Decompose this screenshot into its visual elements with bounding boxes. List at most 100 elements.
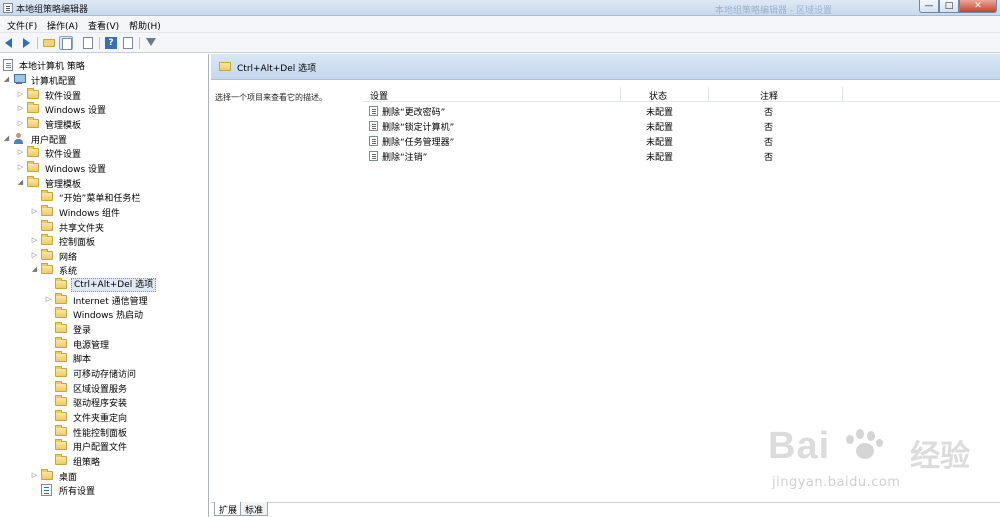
- description-text: 选择一个项目来查看它的描述。: [215, 93, 327, 102]
- tree-item[interactable]: 驱动程序安装: [45, 395, 205, 409]
- column-divider[interactable]: [620, 87, 621, 102]
- back-icon[interactable]: [3, 36, 17, 50]
- tree-item[interactable]: 组策略: [45, 453, 205, 468]
- tree-label: 登录: [73, 326, 92, 337]
- collapse-arrow-icon[interactable]: ◢: [17, 178, 24, 186]
- tree-item[interactable]: 用户配置文件: [45, 439, 205, 453]
- minimize-button[interactable]: —: [919, 0, 939, 13]
- setting-comment: 否: [764, 138, 774, 148]
- show-hide-tree-icon[interactable]: [59, 36, 73, 50]
- expand-arrow-icon[interactable]: ▷: [17, 105, 24, 112]
- tree-item[interactable]: ◢ 计算机配置: [3, 73, 205, 87]
- column-state[interactable]: 状态: [649, 89, 667, 102]
- paw-logo-icon: [844, 429, 884, 467]
- folder-icon: [27, 102, 39, 114]
- folder-icon: [27, 160, 39, 172]
- tab-extended[interactable]: 扩展: [214, 502, 243, 516]
- expand-arrow-icon[interactable]: ▷: [31, 471, 38, 479]
- column-divider[interactable]: [708, 87, 709, 102]
- expand-arrow-icon[interactable]: ▷: [17, 90, 24, 98]
- tree-item[interactable]: Windows 热启动: [45, 307, 205, 321]
- folder-icon: [27, 175, 39, 187]
- tree-label: 管理模板: [45, 120, 82, 131]
- menu-file[interactable]: 文件(F): [7, 19, 37, 32]
- expand-arrow-icon[interactable]: ▷: [17, 163, 24, 171]
- tree-item[interactable]: ▷ Windows 设置: [17, 160, 205, 175]
- tree-item[interactable]: ▷ Windows 组件: [31, 204, 205, 219]
- menu-action[interactable]: 操作(A): [47, 19, 78, 32]
- collapse-arrow-icon[interactable]: ◢: [3, 134, 10, 142]
- all-settings-icon: [41, 484, 52, 497]
- help-icon[interactable]: ?: [104, 36, 118, 50]
- tree-label: Windows 组件: [59, 208, 121, 219]
- menu-help[interactable]: 帮助(H): [129, 19, 161, 32]
- tree-item[interactable]: ◢ 用户配置: [3, 132, 205, 146]
- tree-item[interactable]: 脚本: [45, 351, 205, 365]
- tree-label: 管理模板: [45, 179, 82, 190]
- tree-item[interactable]: Ctrl+Alt+Del 选项: [45, 278, 205, 293]
- properties-icon[interactable]: [121, 36, 135, 50]
- tree-label: 软件设置: [45, 150, 82, 161]
- setting-state: 未配置: [646, 138, 674, 148]
- expand-arrow-icon[interactable]: ▷: [17, 149, 24, 156]
- tree-root[interactable]: 本地计算机 策略: [3, 58, 203, 72]
- tree-item[interactable]: 登录: [45, 322, 205, 336]
- tree-label: 控制面板: [59, 238, 96, 249]
- tree-item[interactable]: 区域设置服务: [45, 380, 205, 395]
- close-button[interactable]: ✕: [959, 0, 997, 13]
- expand-arrow-icon[interactable]: ▷: [31, 207, 38, 215]
- expand-arrow-icon[interactable]: ▷: [45, 295, 52, 303]
- computer-icon: [13, 74, 26, 84]
- folder-icon: [55, 424, 67, 436]
- tree-item[interactable]: 电源管理: [45, 336, 205, 351]
- folder-icon: [41, 468, 53, 480]
- tree-item[interactable]: 共享文件夹: [31, 219, 205, 234]
- folder-icon: [55, 278, 67, 290]
- tree-item[interactable]: ▷ 软件设置: [17, 87, 205, 102]
- tree-label: 性能控制面板: [73, 428, 128, 439]
- forward-icon[interactable]: [19, 36, 33, 50]
- policy-setting-icon: [369, 106, 378, 116]
- tree-item[interactable]: 文件夹重定向: [45, 409, 205, 424]
- table-row[interactable]: 删除“任务管理器” 未配置 否: [363, 133, 1000, 148]
- tree-item[interactable]: 性能控制面板: [45, 424, 205, 439]
- folder-icon: [219, 62, 231, 71]
- expand-arrow-icon[interactable]: ▷: [31, 237, 38, 244]
- tree-item[interactable]: ▷ 控制面板: [31, 234, 205, 248]
- tree-item[interactable]: “开始”菜单和任务栏: [31, 190, 205, 204]
- tree-item[interactable]: ▷ 软件设置: [17, 146, 205, 160]
- column-comment[interactable]: 注释: [760, 89, 778, 102]
- setting-comment: 否: [764, 108, 774, 118]
- tree-item[interactable]: ▷ Windows 设置: [17, 102, 205, 116]
- tree-item[interactable]: ◢ 管理模板: [17, 175, 205, 190]
- filter-icon[interactable]: [144, 36, 158, 50]
- tree-item[interactable]: 可移动存储访问: [45, 366, 205, 380]
- expand-arrow-icon: [45, 413, 52, 420]
- folder-icon: [41, 234, 53, 246]
- menu-view[interactable]: 查看(V): [88, 19, 119, 32]
- setting-comment: 否: [764, 123, 774, 133]
- tree-item[interactable]: 所有设置: [31, 483, 205, 497]
- collapse-arrow-icon[interactable]: ◢: [3, 76, 10, 83]
- collapse-arrow-icon[interactable]: ◢: [31, 266, 38, 273]
- tree-label: Internet 通信管理: [73, 296, 148, 307]
- tab-standard[interactable]: 标准: [240, 502, 269, 516]
- export-list-icon[interactable]: [81, 36, 95, 50]
- expand-arrow-icon[interactable]: ▷: [17, 119, 24, 127]
- up-folder-icon[interactable]: [42, 36, 56, 50]
- expand-arrow-icon[interactable]: ▷: [31, 251, 38, 259]
- table-row[interactable]: 删除“更改密码” 未配置 否: [363, 103, 1000, 118]
- column-divider[interactable]: [842, 87, 843, 102]
- tree-item[interactable]: ▷ Internet 通信管理: [45, 292, 205, 307]
- table-row[interactable]: 删除“锁定计算机” 未配置 否: [363, 118, 1000, 133]
- tree-item[interactable]: ▷ 管理模板: [17, 116, 205, 131]
- tree-item[interactable]: ▷ 网络: [31, 248, 205, 263]
- maximize-button[interactable]: □: [939, 0, 959, 13]
- folder-icon: [27, 116, 39, 128]
- table-row[interactable]: 删除“注销” 未配置 否: [363, 148, 1000, 163]
- tree-item[interactable]: ◢ 系统: [31, 263, 205, 277]
- expand-arrow-icon: [45, 354, 52, 361]
- watermark-brand-cn: 经验: [910, 439, 970, 474]
- tree-item[interactable]: ▷ 桌面: [31, 468, 205, 483]
- column-setting[interactable]: 设置: [370, 89, 388, 102]
